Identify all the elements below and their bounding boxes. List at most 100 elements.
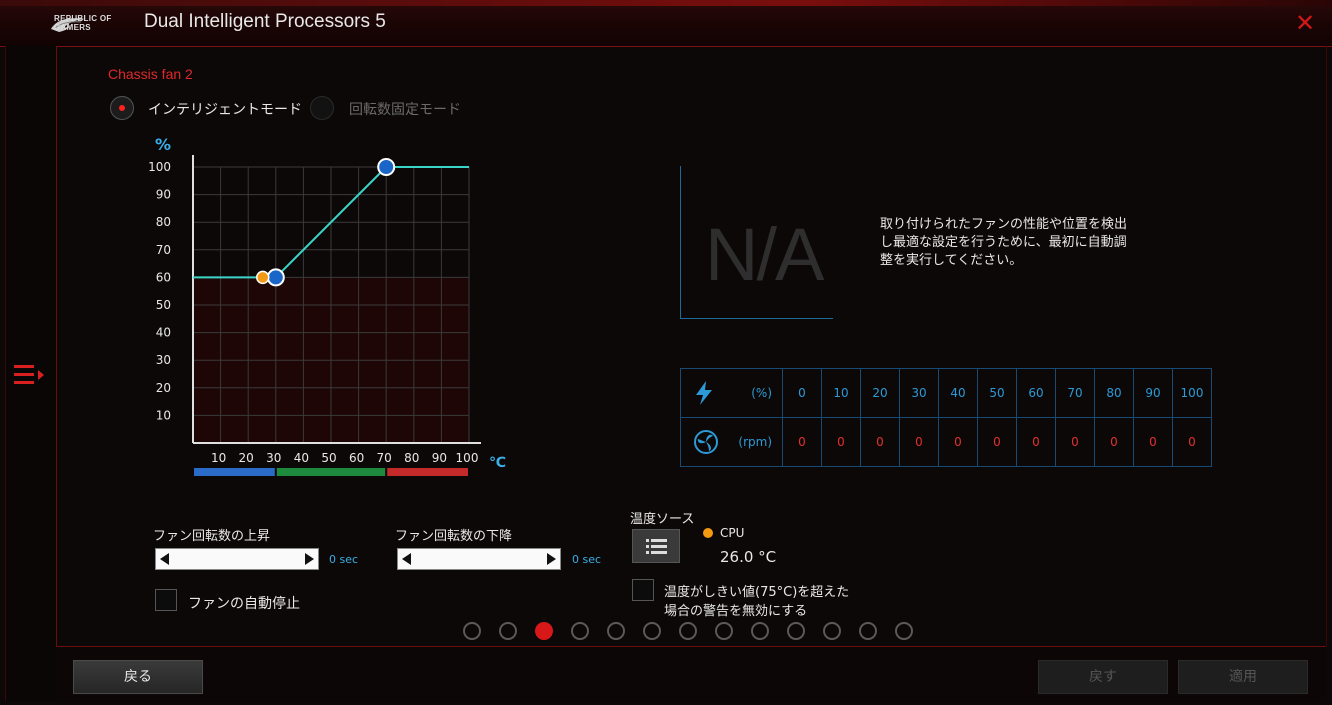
calibration-message-line: し最適な設定を行うために、最初に自動調 — [880, 235, 1127, 250]
rpm-row-header: (rpm) — [680, 417, 783, 467]
rpm-cell: 0 — [1094, 417, 1134, 467]
back-button[interactable]: 戻る — [73, 660, 203, 694]
temp-source-value: 26.0 °C — [720, 548, 777, 566]
page-dot[interactable] — [607, 622, 625, 640]
page-dot[interactable] — [859, 622, 877, 640]
page-dot[interactable] — [643, 622, 661, 640]
pct-unit: (%) — [751, 386, 772, 400]
rpm-cell: 0 — [1172, 417, 1212, 467]
slider-left-arrow-icon[interactable] — [402, 553, 411, 565]
page-dot[interactable] — [787, 622, 805, 640]
rpm-cell: 0 — [938, 417, 978, 467]
mode-fixed-radio[interactable] — [310, 96, 334, 120]
x-tick-label: 10 — [211, 451, 226, 465]
rpm-cell: 0 — [1133, 417, 1173, 467]
y-tick-label: 30 — [156, 353, 171, 367]
mode-smart-label[interactable]: インテリジェントモード — [148, 99, 302, 119]
calibration-message-line: 取り付けられたファンの性能や位置を検出 — [880, 217, 1128, 232]
close-icon[interactable]: ✕ — [1294, 11, 1316, 35]
fan-icon — [694, 430, 718, 454]
page-indicator — [463, 622, 913, 640]
spin-down-label: ファン回転数の下降 — [395, 529, 513, 544]
rpm-row: (rpm) 0 0 0 0 0 0 0 0 0 0 0 — [680, 417, 1212, 467]
y-unit-label: % — [155, 135, 171, 154]
pct-cell: 100 — [1172, 368, 1212, 418]
page-dot[interactable] — [895, 622, 913, 640]
brand-line-1: REPUBLIC OF — [54, 14, 112, 23]
y-tick-label: 20 — [156, 381, 171, 395]
temp-source-label: 温度ソース — [630, 512, 695, 527]
temp-source-name: CPU — [720, 526, 745, 540]
pct-row: (%) 0 10 20 30 40 50 60 70 80 90 100 — [680, 368, 1212, 418]
rpm-cell: 0 — [860, 417, 900, 467]
pct-cell: 20 — [860, 368, 900, 418]
y-tick-label: 80 — [156, 215, 171, 229]
fan-name: Chassis fan 2 — [108, 66, 193, 82]
page-dot[interactable] — [535, 622, 553, 640]
y-tick-label: 60 — [156, 270, 171, 284]
pct-cell: 60 — [1016, 368, 1056, 418]
y-tick-label: 50 — [156, 298, 171, 312]
page-dot[interactable] — [571, 622, 589, 640]
x-tick-label: 80 — [404, 451, 419, 465]
x-tick-label: 60 — [349, 451, 364, 465]
pct-cell: 80 — [1094, 368, 1134, 418]
spin-down-slider[interactable] — [397, 548, 561, 570]
pct-cell: 70 — [1055, 368, 1095, 418]
apply-button[interactable]: 適用 — [1178, 660, 1308, 694]
rpm-cell: 0 — [1016, 417, 1056, 467]
page-dot[interactable] — [463, 622, 481, 640]
page-dot[interactable] — [751, 622, 769, 640]
page-dot[interactable] — [499, 622, 517, 640]
page-dot[interactable] — [679, 622, 697, 640]
mode-fixed-label[interactable]: 回転数固定モード — [349, 99, 461, 119]
pct-cell: 30 — [899, 368, 939, 418]
cpu-dot-icon — [703, 528, 713, 538]
slider-left-arrow-icon[interactable] — [160, 553, 169, 565]
title-stripe — [0, 0, 1332, 6]
x-tick-label: 20 — [239, 451, 254, 465]
menu-icon[interactable] — [12, 361, 48, 389]
calibration-message-line: 整を実行してください。 — [880, 253, 1023, 268]
temp-zone-bar — [387, 468, 468, 476]
auto-stop-label: ファンの自動停止 — [188, 596, 300, 612]
spin-up-label: ファン回転数の上昇 — [153, 529, 271, 544]
list-icon — [646, 539, 667, 554]
mode-smart-radio[interactable] — [110, 96, 134, 120]
rpm-cell: 0 — [977, 417, 1017, 467]
pct-cell: 90 — [1133, 368, 1173, 418]
y-tick-label: 100 — [148, 160, 171, 174]
rpm-cell: 0 — [821, 417, 861, 467]
undo-button[interactable]: 戻す — [1038, 660, 1168, 694]
speed-table: (%) 0 10 20 30 40 50 60 70 80 90 100 (rp… — [680, 368, 1212, 467]
y-tick-label: 70 — [156, 243, 171, 257]
x-tick-label: 90 — [432, 451, 447, 465]
title-bar: REPUBLIC OF GAMERS Dual Intelligent Proc… — [0, 0, 1332, 47]
calibration-na-text: N/A — [705, 213, 824, 296]
temp-source-button[interactable] — [632, 529, 680, 563]
curve-control-point[interactable] — [377, 158, 396, 176]
calibration-message: 取り付けられたファンの性能や位置を検出 し最適な設定を行うために、最初に自動調 … — [880, 216, 1145, 270]
warn-disable-label-line1: 温度がしきい値(75°C)を超えた — [664, 585, 850, 600]
curve-control-point[interactable] — [266, 268, 285, 287]
brand-line-2: GAMERS — [54, 23, 91, 32]
x-tick-label: 50 — [321, 451, 336, 465]
warn-disable-label-line2: 場合の警告を無効にする — [664, 604, 808, 619]
pct-cell: 40 — [938, 368, 978, 418]
rpm-unit: (rpm) — [738, 435, 772, 449]
brand-text: REPUBLIC OF GAMERS — [54, 14, 112, 32]
fan-curve-graph[interactable]: 100 90 80 70 60 50 40 30 20 10 10 20 30 40 50 60 70 80 90 1… — [140, 130, 520, 480]
x-tick-label: 40 — [294, 451, 309, 465]
slider-right-arrow-icon[interactable] — [547, 553, 556, 565]
lightning-icon — [696, 381, 712, 405]
spin-up-slider[interactable] — [155, 548, 319, 570]
page-dot[interactable] — [823, 622, 841, 640]
rpm-cell: 0 — [782, 417, 822, 467]
page-dot[interactable] — [715, 622, 733, 640]
warn-disable-checkbox[interactable] — [632, 579, 654, 601]
pct-cell: 10 — [821, 368, 861, 418]
auto-stop-checkbox[interactable] — [155, 589, 177, 611]
app-window: REPUBLIC OF GAMERS Dual Intelligent Proc… — [0, 0, 1332, 705]
slider-right-arrow-icon[interactable] — [305, 553, 314, 565]
temp-zone-bar — [276, 468, 386, 476]
